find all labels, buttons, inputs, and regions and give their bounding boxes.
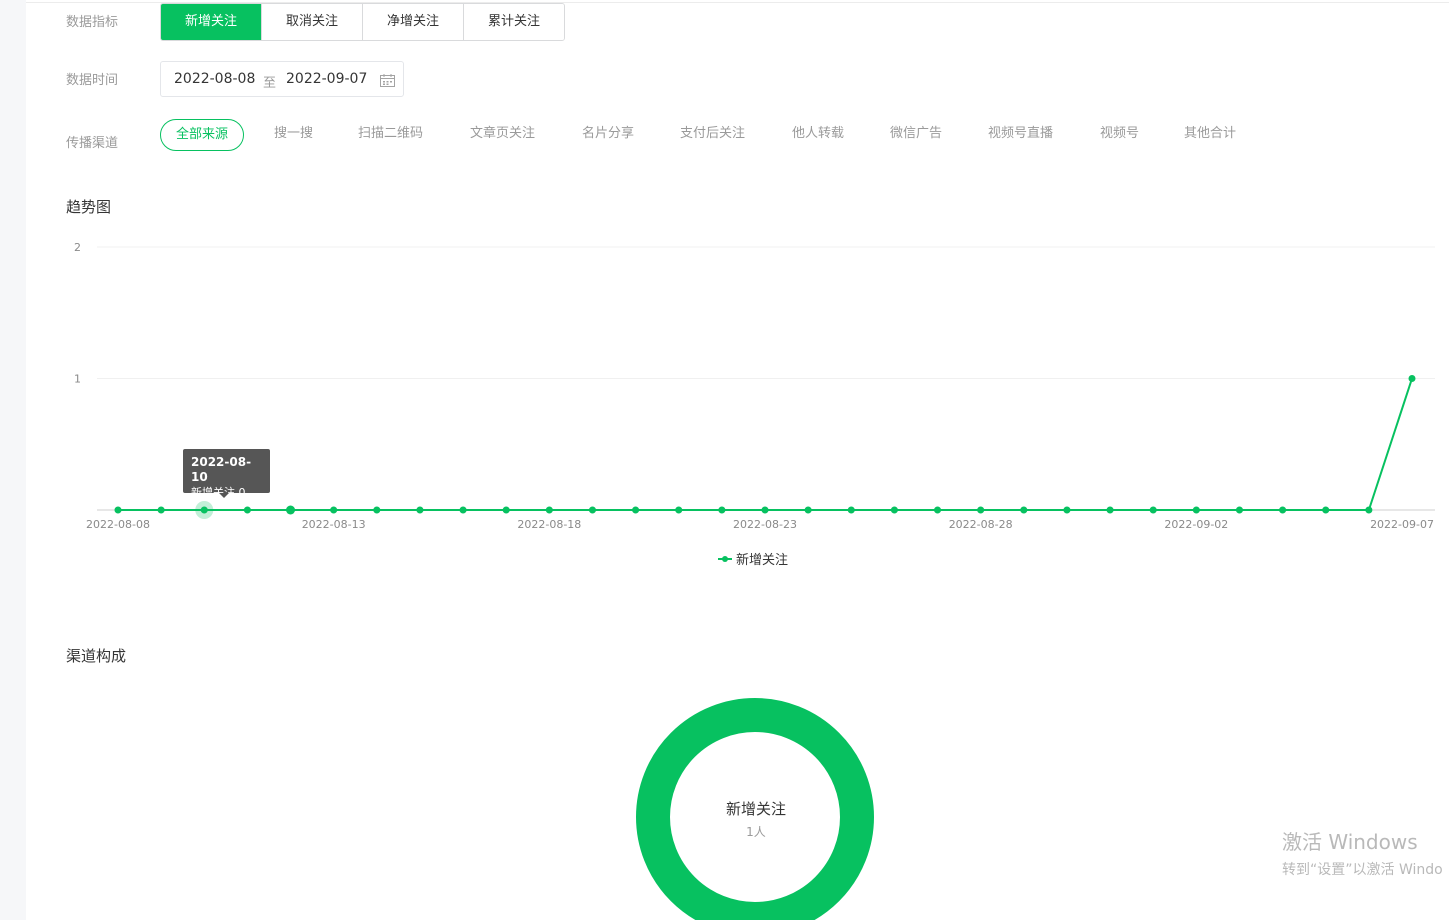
data-point[interactable] xyxy=(718,506,726,514)
data-point[interactable] xyxy=(502,506,510,514)
data-point[interactable] xyxy=(545,506,553,514)
data-point[interactable] xyxy=(761,506,769,514)
x-tick-label: 2022-08-28 xyxy=(949,518,1013,531)
data-point[interactable] xyxy=(1063,506,1071,514)
data-point[interactable] xyxy=(1149,506,1157,514)
donut-center-label: 新增关注 1人 xyxy=(656,798,856,840)
legend-marker xyxy=(718,554,732,564)
data-point[interactable] xyxy=(330,506,338,514)
data-point[interactable] xyxy=(416,506,424,514)
data-point[interactable] xyxy=(804,506,812,514)
data-point[interactable] xyxy=(114,506,122,514)
data-point[interactable] xyxy=(286,505,296,515)
y-tick-label: 1 xyxy=(74,373,81,386)
data-point[interactable] xyxy=(1235,506,1243,514)
x-tick-label: 2022-08-23 xyxy=(733,518,797,531)
chart-tooltip: 2022-08-10 新增关注 0 xyxy=(183,449,270,499)
x-tick-label: 2022-09-07 xyxy=(1370,518,1434,531)
watermark-line2: 转到“设置”以激活 Windo xyxy=(1282,862,1443,878)
legend-label: 新增关注 xyxy=(736,553,789,568)
data-point[interactable] xyxy=(632,506,640,514)
x-tick-label: 2022-08-13 xyxy=(302,518,366,531)
data-point[interactable] xyxy=(459,506,467,514)
chart-legend[interactable]: 新增关注 xyxy=(718,549,788,568)
data-point[interactable] xyxy=(1322,506,1330,514)
donut-center-name: 新增关注 xyxy=(725,800,786,818)
data-point[interactable] xyxy=(1020,506,1028,514)
data-point[interactable] xyxy=(847,506,855,514)
donut-center-value: 1人 xyxy=(746,825,766,839)
watermark-line1: 激活 Windows xyxy=(1282,830,1418,854)
data-point[interactable] xyxy=(1106,506,1114,514)
data-point[interactable] xyxy=(1192,506,1200,514)
series-line-new-follow xyxy=(118,378,1413,511)
tooltip-arrow xyxy=(219,493,229,498)
x-tick-label: 2022-09-02 xyxy=(1164,518,1228,531)
data-point[interactable] xyxy=(1408,375,1416,382)
data-point[interactable] xyxy=(157,506,165,514)
data-point[interactable] xyxy=(1279,506,1287,514)
data-point[interactable] xyxy=(934,506,942,514)
data-point[interactable] xyxy=(977,506,985,514)
y-tick-label: 2 xyxy=(74,241,81,254)
x-tick-label: 2022-08-08 xyxy=(86,518,150,531)
data-point[interactable] xyxy=(200,506,208,514)
x-tick-label: 2022-08-18 xyxy=(517,518,581,531)
data-point[interactable] xyxy=(675,506,683,514)
data-point[interactable] xyxy=(243,506,251,514)
data-point[interactable] xyxy=(890,506,898,514)
data-point[interactable] xyxy=(373,506,381,514)
data-point[interactable] xyxy=(1365,506,1373,514)
windows-activation-watermark: 激活 Windows 转到“设置”以激活 Windo xyxy=(1282,826,1443,879)
data-point[interactable] xyxy=(588,506,596,514)
tooltip-date: 2022-08-10 xyxy=(191,455,252,484)
composition-donut-chart xyxy=(636,698,874,920)
trend-chart: 1 2 2022-08-08 2022-08-13 2022-08-18 2022-08… xyxy=(74,241,1435,531)
